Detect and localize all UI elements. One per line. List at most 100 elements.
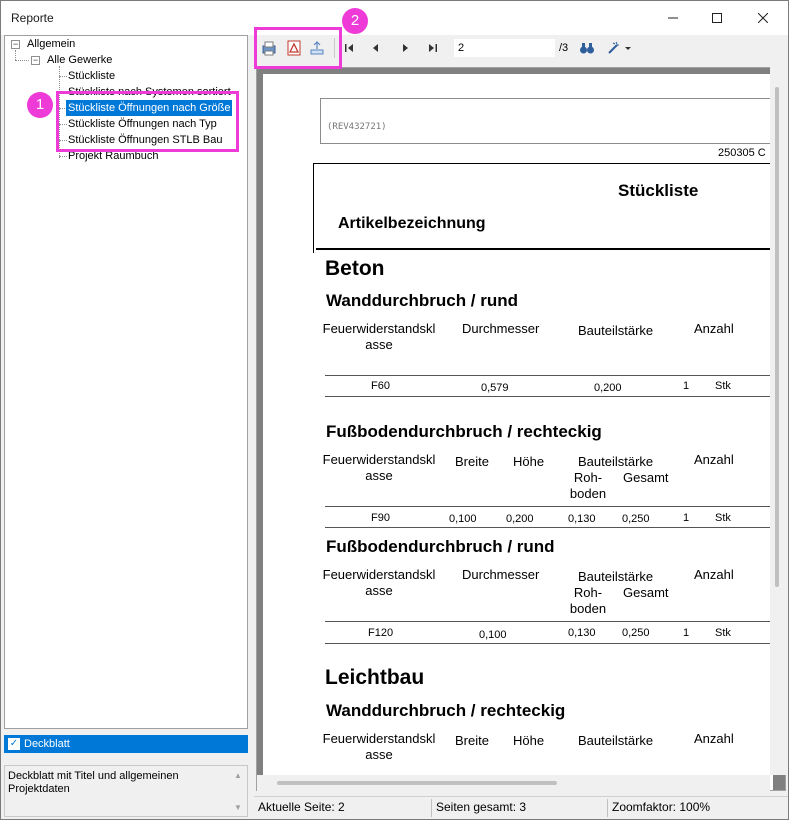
cell-einheit: Stk [715, 380, 731, 392]
first-page-icon [345, 44, 353, 52]
revision-code: (REV432721) [327, 122, 387, 132]
maximize-icon [712, 13, 722, 23]
check-icon[interactable]: ✓ [8, 738, 20, 750]
page-total-label: /3 [559, 42, 569, 54]
highlight-tree-items [56, 91, 239, 152]
cell-breite: 0,100 [449, 513, 477, 525]
window-title: Reporte [11, 11, 54, 25]
close-icon [758, 13, 768, 23]
previous-page-button[interactable] [367, 39, 385, 57]
col-bauteilstaerke: Bauteilstärke [578, 454, 654, 469]
cell-einheit: Stk [715, 627, 731, 639]
cell-einheit: Stk [715, 512, 731, 524]
col-anzahl: Anzahl [694, 321, 734, 336]
cell-fw: F60 [371, 380, 390, 392]
tree-item-alle-gewerke[interactable]: Alle Gewerke [47, 52, 112, 68]
minimize-button[interactable] [650, 1, 696, 35]
minimize-icon [668, 17, 678, 19]
col-feuerwiderstand: Feuerwiderstandskl asse [322, 321, 436, 352]
cell-durchmesser: 0,100 [479, 629, 507, 641]
article-header: Artikelbezeichnung [338, 215, 486, 232]
cell-hoehe: 0,200 [506, 513, 534, 525]
page-number-input[interactable]: 2 [453, 38, 556, 58]
description-scrollbar[interactable]: ▲ ▼ [230, 766, 247, 816]
section-fussboden-rund: Fußbodendurchbruch / rund [326, 537, 555, 556]
annotation-badge-1: 1 [27, 92, 53, 118]
col-hoehe: Höhe [513, 454, 545, 469]
col-anzahl: Anzahl [694, 731, 734, 746]
col-durchmesser: Durchmesser [462, 321, 540, 336]
col-rohboden: Roh- boden [569, 585, 607, 616]
scroll-up-icon[interactable]: ▲ [234, 771, 242, 780]
report-window: Reporte − Allgemein − Alle Gewerke Stück… [0, 0, 789, 820]
collapse-icon[interactable]: − [11, 40, 20, 49]
cell-anzahl: 1 [683, 627, 690, 639]
tools-dropdown-button[interactable] [604, 39, 634, 57]
last-page-icon [429, 44, 437, 52]
annotation-badge-2: 2 [342, 8, 368, 34]
col-hoehe: Höhe [513, 733, 545, 748]
cell-fw: F120 [368, 627, 394, 639]
tree-item-stueckliste[interactable]: Stückliste [68, 68, 115, 84]
cell-durchmesser: 0,579 [481, 382, 509, 394]
cell-gesamt: 0,250 [622, 627, 650, 639]
close-button[interactable] [740, 1, 786, 35]
binoculars-icon [580, 43, 594, 54]
cell-fw: F90 [371, 512, 390, 524]
horizontal-scroll-thumb[interactable] [277, 781, 557, 785]
col-rohboden: Roh- boden [569, 470, 607, 501]
deckblatt-option[interactable]: ✓ Deckblatt [4, 735, 248, 753]
last-page-button[interactable] [424, 39, 442, 57]
header-box [320, 98, 785, 144]
col-breite: Breite [455, 454, 489, 469]
date-code: 250305 C [718, 147, 766, 159]
status-current-page: Aktuelle Seite: 2 [258, 800, 345, 814]
cell-anzahl: 1 [683, 380, 690, 392]
section-wanddurchbruch-rund: Wanddurchbruch / rund [326, 291, 519, 310]
description-pane: Deckblatt mit Titel und allgemeinen Proj… [4, 765, 248, 817]
col-bauteilstaerke: Bauteilstärke [578, 569, 654, 584]
maximize-button[interactable] [694, 1, 740, 35]
magic-wand-icon [608, 41, 631, 54]
tree-item-allgemein[interactable]: Allgemein [27, 36, 75, 52]
col-gesamt: Gesamt [623, 585, 669, 600]
description-text: Deckblatt mit Titel und allgemeinen Proj… [8, 770, 179, 795]
title-bar: Reporte [1, 1, 788, 35]
next-page-button[interactable] [396, 39, 414, 57]
section-fussboden-rechteckig: Fußbodendurchbruch / rechteckig [326, 422, 602, 441]
col-feuerwiderstand: Feuerwiderstandskl asse [322, 567, 436, 598]
scroll-down-icon[interactable]: ▼ [234, 803, 242, 812]
col-breite: Breite [455, 733, 489, 748]
col-anzahl: Anzahl [694, 452, 734, 467]
status-zoom: Zoomfaktor: 100% [612, 800, 711, 814]
cell-rohboden: 0,130 [568, 627, 596, 639]
group-beton: Beton [325, 257, 385, 280]
highlight-export-buttons [254, 27, 342, 69]
document-horizontal-scrollbar[interactable] [257, 775, 770, 791]
col-bauteilstaerke: Bauteilstärke [578, 323, 654, 338]
col-gesamt: Gesamt [623, 470, 669, 485]
deckblatt-label: Deckblatt [24, 738, 70, 750]
col-anzahl: Anzahl [694, 567, 734, 582]
status-bar: Aktuelle Seite: 2 Seiten gesamt: 3 Zoomf… [254, 796, 788, 819]
previous-page-icon [373, 44, 378, 52]
section-wanddurchbruch-rechteckig: Wanddurchbruch / rechteckig [326, 701, 566, 720]
document-viewport[interactable]: (REV432721) 250305 C Stückliste Artikelb… [256, 67, 786, 791]
status-total-pages: Seiten gesamt: 3 [436, 800, 527, 814]
collapse-icon[interactable]: − [31, 56, 40, 65]
cell-bauteilstaerke: 0,200 [594, 382, 622, 394]
next-page-icon [403, 44, 408, 52]
group-leichtbau: Leichtbau [325, 666, 425, 689]
report-title: Stückliste [618, 181, 699, 200]
document-vertical-scrollbar[interactable] [770, 67, 786, 775]
report-page: (REV432721) 250305 C Stückliste Artikelb… [263, 74, 785, 790]
col-feuerwiderstand: Feuerwiderstandskl asse [322, 731, 436, 762]
col-feuerwiderstand: Feuerwiderstandskl asse [322, 452, 436, 483]
cell-anzahl: 1 [683, 512, 690, 524]
col-durchmesser: Durchmesser [462, 567, 540, 582]
first-page-button[interactable] [340, 39, 358, 57]
cell-gesamt: 0,250 [622, 513, 650, 525]
search-button[interactable] [578, 39, 596, 57]
col-bauteilstaerke: Bauteilstärke [578, 733, 654, 748]
vertical-scroll-thumb[interactable] [775, 87, 779, 587]
